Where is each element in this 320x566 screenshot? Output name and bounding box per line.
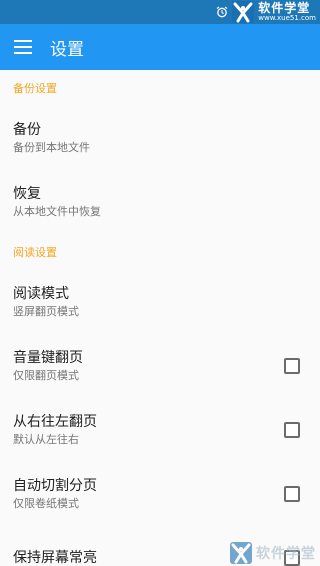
settings-screen: 软件学堂 www.xue51.com 设置 备份设置 备份 备份到本地文件 恢复… (0, 0, 320, 566)
watermark-text: 软件学堂 www.xue51.com (258, 2, 316, 22)
pref-summary: 竖屏翻页模式 (13, 305, 79, 318)
right-to-left-checkbox[interactable] (284, 422, 300, 438)
pref-summary: 仅限翻页模式 (13, 369, 79, 382)
pref-title: 自动切割分页 (13, 478, 97, 494)
pref-reading-mode[interactable]: 阅读模式 竖屏翻页模式 (0, 270, 320, 334)
watermark-logo-icon (230, 542, 252, 564)
pref-title: 备份 (13, 122, 41, 138)
pref-title: 阅读模式 (13, 286, 69, 302)
app-bar: 设置 (0, 24, 320, 70)
watermark-name: 软件学堂 (258, 1, 311, 15)
watermark-url: www.xue51.com (258, 14, 316, 22)
pref-title: 从右往左翻页 (13, 414, 97, 430)
section-header-backup: 备份设置 (13, 82, 57, 95)
alarm-icon (216, 6, 228, 18)
pref-right-to-left[interactable]: 从右往左翻页 默认从左往右 (0, 398, 320, 462)
auto-split-checkbox[interactable] (284, 486, 300, 502)
settings-list: 备份设置 备份 备份到本地文件 恢复 从本地文件中恢复 阅读设置 阅读模式 竖屏… (0, 70, 320, 566)
status-bar: 软件学堂 www.xue51.com (0, 0, 320, 24)
bottom-watermark-name: 软件学堂 (256, 546, 316, 562)
pref-backup[interactable]: 备份 备份到本地文件 (0, 106, 320, 170)
pref-auto-split[interactable]: 自动切割分页 仅限卷纸模式 (0, 462, 320, 526)
pref-title: 恢复 (13, 186, 41, 202)
pref-summary: 仅限卷纸模式 (13, 497, 79, 510)
section-header-reading: 阅读设置 (13, 246, 57, 259)
pref-restore[interactable]: 恢复 从本地文件中恢复 (0, 170, 320, 234)
pref-volume-key-page[interactable]: 音量键翻页 仅限翻页模式 (0, 334, 320, 398)
pref-summary: 默认从左往右 (13, 433, 79, 446)
volume-key-page-checkbox[interactable] (284, 358, 300, 374)
pref-summary: 从本地文件中恢复 (13, 205, 101, 218)
watermark-logo-icon (232, 1, 255, 23)
bottom-watermark: 软件学堂 (230, 542, 316, 564)
status-icons: 软件学堂 www.xue51.com (216, 1, 316, 23)
pref-summary: 备份到本地文件 (13, 141, 90, 154)
pref-title: 音量键翻页 (13, 350, 83, 366)
menu-icon[interactable] (14, 40, 32, 54)
page-title: 设置 (50, 39, 84, 60)
